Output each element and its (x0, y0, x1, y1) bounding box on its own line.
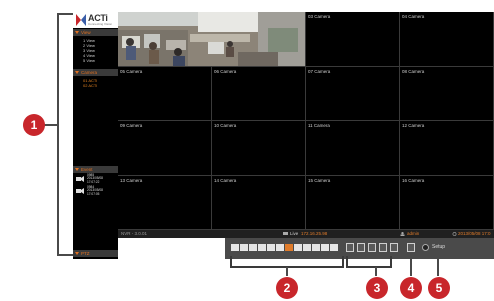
camera-cell-07[interactable]: 07 Camera (306, 66, 400, 121)
camera-cell-label: 12 Camera (402, 123, 425, 128)
callout-1-bracket-vertical (57, 13, 59, 256)
event-item-1[interactable]: 0985 2013/05/08 17:07:22 (76, 173, 116, 184)
layout-8-button[interactable] (258, 244, 266, 251)
event-section-label: Event (81, 167, 93, 172)
callout-3-marker: 3 (366, 277, 388, 299)
camera-cell-08[interactable]: 08 Camera (400, 66, 494, 121)
camera-cell-11[interactable]: 11 Camera (306, 121, 400, 176)
version-text: NVR - 3.0.01 (121, 231, 148, 236)
sequence-icon[interactable] (346, 243, 354, 252)
camera-cell-label: 15 Camera (308, 177, 331, 183)
server-address: 172.16.25.98 (301, 231, 328, 236)
layout-64-button[interactable] (330, 244, 338, 251)
callout-1-bracket-bottom (57, 254, 73, 256)
view-section-label: View (81, 30, 91, 35)
collapse-arrow-icon (75, 31, 79, 34)
event-text: 0984 2013/05/08 17:07:05 (87, 185, 103, 196)
callout-2-connector (286, 267, 288, 276)
camera-cell-label: 10 Camera (214, 123, 237, 128)
callout-1-bracket-top (57, 13, 73, 15)
layout-4-button[interactable] (240, 244, 248, 251)
refresh-icon[interactable] (368, 243, 376, 252)
camera-cell-label: 07 Camera (308, 68, 331, 74)
callout-5-marker: 5 (428, 277, 450, 299)
layout-20-button[interactable] (303, 244, 311, 251)
event-camera-icon (76, 188, 84, 194)
collapse-arrow-icon (75, 71, 79, 74)
ptz-section-label: PTZ (81, 251, 90, 256)
camera-cell-label: 08 Camera (402, 68, 425, 74)
camera-cell-label: 05 Camera (120, 68, 143, 74)
camera-cell-16[interactable]: 16 Camera (400, 175, 494, 230)
camera-cell-05[interactable]: 05 Camera (118, 66, 212, 121)
callout-3-connector (375, 267, 377, 276)
camera-cell-label: 16 Camera (402, 177, 425, 183)
playback-icon[interactable] (407, 243, 415, 252)
logo-mark-icon (76, 14, 86, 26)
view-actions (106, 62, 116, 75)
camera-cell-13[interactable]: 13 Camera (118, 175, 212, 230)
camera-cell-10[interactable]: 10 Camera (212, 121, 306, 176)
callout-2-marker: 2 (276, 277, 298, 299)
collapse-arrow-icon (75, 252, 79, 255)
event-camera-icon (76, 176, 84, 182)
status-bar: NVR - 3.0.01 Live 172.16.25.98 admin 201… (118, 230, 494, 238)
camera-cell-15[interactable]: 15 Camera (306, 175, 400, 230)
layout-10-button[interactable] (276, 244, 284, 251)
live-video-feed[interactable] (118, 12, 306, 67)
camera-cell-12[interactable]: 12 Camera (400, 121, 494, 176)
camera-cell-03[interactable]: 03 Camera (306, 12, 400, 67)
view-section-header[interactable]: View (73, 29, 118, 36)
setup-icon[interactable] (422, 244, 429, 251)
camera-item-2[interactable]: 02 ACTi (83, 83, 97, 88)
clock-icon (452, 232, 457, 236)
event-item-2[interactable]: 0984 2013/05/08 17:07:05 (76, 185, 116, 196)
ptz-section-header[interactable]: PTZ (73, 250, 118, 257)
callout-3-bracket (346, 256, 392, 268)
callout-4-marker: 4 (400, 277, 422, 299)
user-icon (400, 232, 405, 236)
monitor-icon (283, 232, 288, 235)
event-section-header[interactable]: Event (73, 166, 118, 173)
collapse-arrow-icon (75, 168, 79, 171)
layout-1-button[interactable] (231, 244, 239, 251)
camera-cell-label: 09 Camera (120, 123, 143, 128)
layout-36-button[interactable] (321, 244, 329, 251)
camera-cell-04[interactable]: 04 Camera (400, 12, 494, 67)
layout-6-button[interactable] (249, 244, 257, 251)
layout-16-button[interactable] (285, 244, 293, 251)
layout-25-button[interactable] (312, 244, 320, 251)
camera-cell-label: 14 Camera (214, 177, 237, 183)
camera-cell-06[interactable]: 06 Camera (212, 66, 306, 121)
datetime-text: 2013/05/08 17:0 (458, 231, 491, 236)
fullscreen-icon[interactable] (357, 243, 365, 252)
setup-label[interactable]: Setup (432, 243, 445, 252)
office-camera-image (118, 12, 305, 66)
live-label: Live (290, 231, 299, 236)
callout-1-marker: 1 (23, 114, 45, 136)
callout-1-connector (44, 124, 58, 126)
event-text: 0985 2013/05/08 17:07:22 (87, 173, 103, 184)
left-panel: ACTi Connecting Vision View 1 View 2 Vie… (73, 12, 118, 259)
camera-cell-label: 03 Camera (308, 14, 331, 19)
camera-cell-label: 11 Camera (308, 123, 330, 128)
user-name: admin (407, 231, 420, 236)
snapshot-icon[interactable] (379, 243, 387, 252)
camera-cell-label: 04 Camera (402, 14, 425, 19)
camera-grid: 03 Camera 04 Camera 05 Camera 06 Camera … (118, 12, 494, 230)
camera-cell-label: 06 Camera (214, 68, 237, 74)
layout-13-button[interactable] (294, 244, 302, 251)
view-item-5[interactable]: 5 View (83, 58, 95, 63)
camera-cell-label: 13 Camera (120, 177, 143, 183)
record-icon[interactable] (390, 243, 398, 252)
camera-cell-14[interactable]: 14 Camera (212, 175, 306, 230)
callout-5-connector (437, 254, 439, 276)
logo-subtitle: Connecting Vision (88, 22, 113, 26)
logo: ACTi Connecting Vision (73, 12, 118, 28)
camera-cell-09[interactable]: 09 Camera (118, 121, 212, 176)
camera-section-label: Camera (81, 70, 98, 75)
layout-9-button[interactable] (267, 244, 275, 251)
callout-4-connector (410, 254, 412, 276)
camera-section-header[interactable]: Camera (73, 69, 118, 76)
